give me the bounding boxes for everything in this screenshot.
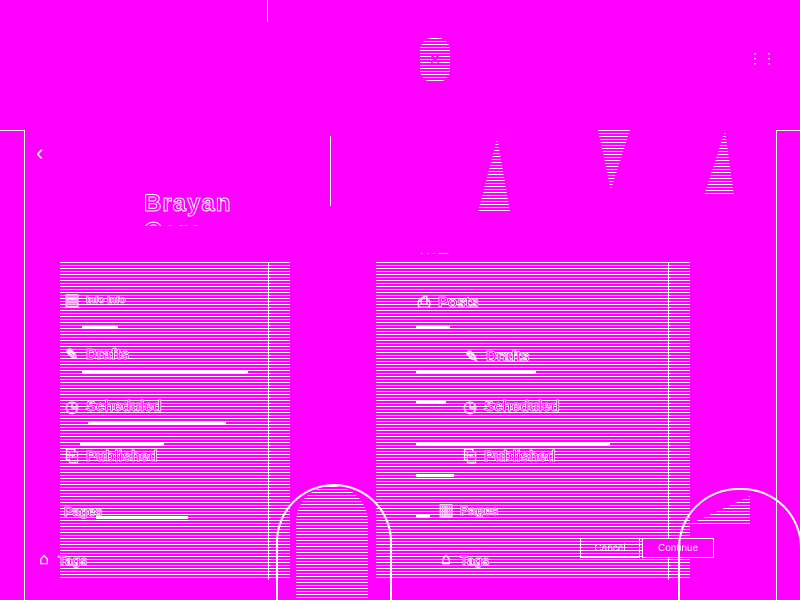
left-menu-item-drafts[interactable]: ✎ Drafts [64,346,130,364]
tag-icon: ⌂ [441,551,451,569]
left-menu-item-scheduled[interactable]: ◷ Scheduled [64,398,163,416]
document-icon: ⎙ [417,293,431,311]
document-icon: ▤ [64,292,80,310]
left-menu-panel [60,262,290,580]
right-menu-label: Tags [460,552,490,568]
checkmark-doc-icon: ⎘ [463,447,477,465]
right-menu-desc [416,326,450,329]
close-icon[interactable]: ✕ [428,52,442,66]
sub-label: · · · — [420,248,449,259]
divider-mid [330,136,331,206]
right-menu-item-drafts[interactable]: ✎ Drafts [464,348,530,366]
right-menu-item-posts[interactable]: ⎙ Posts [416,293,480,312]
left-menu-desc [80,442,164,445]
tag-icon: ⌂ [39,551,49,569]
divider-top [0,130,24,131]
triangle-shape-2 [598,130,630,190]
right-menu-label: Published [484,448,556,466]
arch-fill-left [296,486,368,600]
left-menu-desc [88,422,226,425]
left-menu-label: Drafts [86,346,130,364]
left-menu-item-info[interactable]: ▤ Info Info [64,292,126,310]
right-menu-label: Drafts [486,348,530,366]
left-menu-label: Published [86,448,158,466]
cancel-button[interactable]: Cancel [580,538,640,558]
clock-icon: ◷ [65,398,80,416]
right-menu-label: Pages [460,502,499,518]
app-screen: ✕ ‹ ⋮⋮ Brayan Garc · · · — ▤ Info Info ✎… [0,0,800,600]
pencil-icon: ✎ [65,346,79,364]
divider-top-right [776,130,800,131]
pages-icon: ▥ [438,502,454,520]
triangle-shape-3 [704,130,734,196]
triangle-shape-1 [478,138,510,212]
title-container: Brayan Garc [140,186,290,227]
left-menu-label: Tags [58,552,88,568]
divider-top-center [267,0,268,22]
clock-icon: ◷ [463,398,478,416]
pencil-icon: ✎ [465,348,479,366]
left-menu-item-tags[interactable]: ⌂ Tags [36,551,88,569]
left-menu-label: Info Info [86,294,126,306]
back-chevron-icon[interactable]: ‹ [36,140,43,166]
right-menu-desc [416,400,446,403]
checkmark-doc-icon: ⎘ [65,447,79,465]
right-menu-desc [416,370,536,373]
page-title: Brayan Garc [144,190,232,227]
right-menu-desc [416,442,610,445]
right-menu-desc [416,474,454,477]
right-menu-label: Posts [438,294,480,312]
menu-icon[interactable]: ⋮⋮ [748,50,776,67]
divider-left [24,130,25,600]
right-menu-item-published[interactable]: ⎘ Published [462,447,556,466]
right-menu-desc [416,514,430,517]
right-menu-item-scheduled[interactable]: ◷ Scheduled [462,398,561,416]
right-menu-item-pages[interactable]: ▥ Pages [438,502,499,520]
right-menu-item-tags[interactable]: ⌂ Tags [438,551,490,569]
left-panel-divider [268,262,269,580]
left-menu-label: Scheduled [86,398,163,416]
right-menu-label: Scheduled [484,398,561,416]
right-panel-divider [668,262,669,580]
left-menu-desc [82,326,118,329]
left-menu-desc [82,370,248,373]
left-menu-item-published[interactable]: ⎘ Published [64,447,158,466]
left-menu-desc [96,516,188,519]
